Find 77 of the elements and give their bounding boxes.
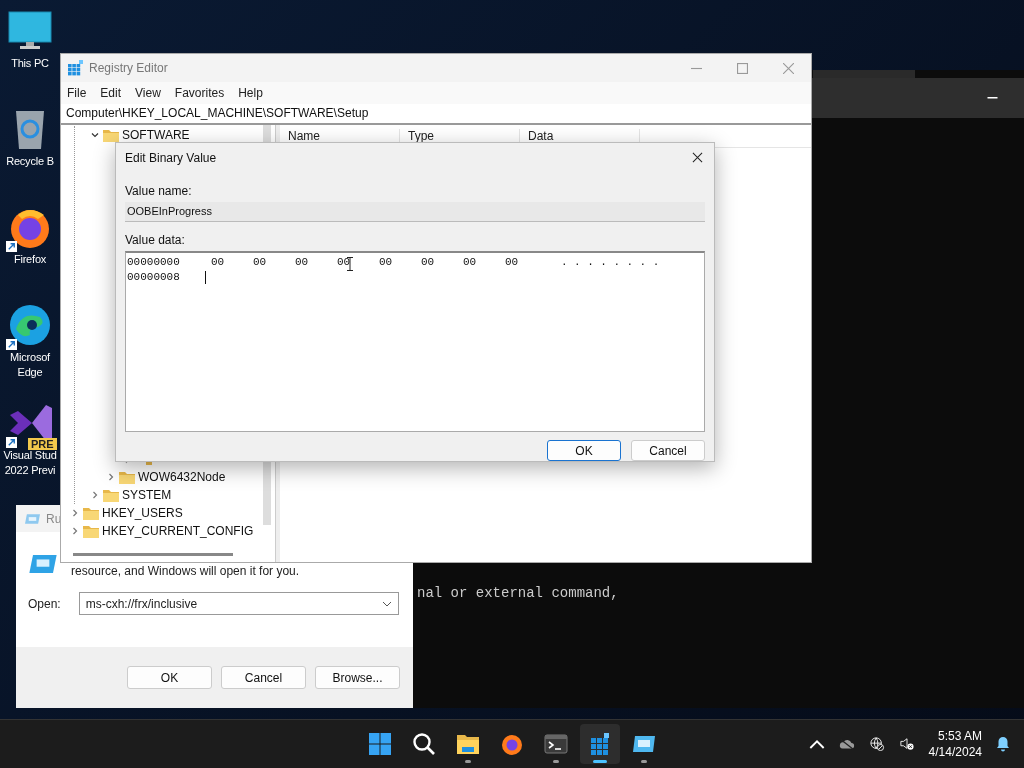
minimize-icon[interactable] (987, 97, 998, 99)
desktop-icon-label[interactable]: Firefox (13, 252, 47, 267)
value-name-label: Value name: (125, 183, 193, 199)
byte-value[interactable]: 00 (421, 256, 463, 269)
dialog-button[interactable]: Cancel (631, 440, 705, 461)
menu-item[interactable]: File (67, 86, 87, 100)
folder-icon (119, 470, 135, 484)
maximize-icon[interactable] (737, 62, 748, 74)
clock-time[interactable]: 5:53 AM (937, 728, 982, 744)
dialog-button[interactable]: Cancel (221, 666, 306, 689)
folder-icon (103, 488, 119, 502)
folder-icon[interactable] (456, 732, 480, 756)
globe-icon[interactable] (868, 737, 885, 751)
menu-item[interactable]: Help (238, 86, 263, 100)
byte-value[interactable]: 00 (211, 256, 253, 269)
close-icon[interactable] (692, 152, 703, 164)
desktop-icon-label[interactable]: Recycle B (6, 154, 54, 169)
byte-value[interactable]: 00 (253, 256, 295, 269)
clock-date[interactable]: 4/14/2024 (928, 744, 982, 760)
start-icon[interactable] (368, 732, 392, 756)
cubes-icon[interactable] (588, 732, 612, 756)
window-title: Registry Editor (89, 61, 169, 75)
byte-value[interactable]: 00 (505, 256, 547, 269)
value-data-editor[interactable]: 00000000 00 00 00 00 00 00 00 00 ........ 00000008 (125, 250, 705, 432)
byte-value[interactable]: 00 (463, 256, 505, 269)
dialog-button[interactable]: Browse... (315, 666, 400, 689)
menu-item[interactable]: Favorites (174, 86, 225, 100)
offset-text: 00000000 (127, 256, 180, 269)
dialog-button[interactable]: OK (127, 666, 212, 689)
command-combo-box[interactable]: ms-cxh://frx/inclusive (78, 592, 399, 615)
dialog-button[interactable]: OK (547, 440, 621, 461)
search-icon[interactable] (412, 732, 436, 756)
value-data-label: Value data: (125, 232, 186, 248)
chevron-right-icon[interactable] (90, 490, 100, 500)
chevron-down-icon[interactable] (90, 130, 100, 140)
desktop-icon-label[interactable]: Edge (17, 365, 43, 380)
bell-icon[interactable] (996, 736, 1010, 752)
chevron-right-icon[interactable] (70, 526, 80, 536)
speaker-muted-icon[interactable] (898, 737, 915, 751)
preview-badge: PRE (28, 438, 57, 450)
edge-icon (8, 303, 52, 347)
chevron-right-icon[interactable] (106, 472, 116, 482)
byte-value[interactable]: 00 (337, 256, 379, 269)
dialog-title: Edit Binary Value (125, 150, 217, 165)
scrollbar-thumb[interactable] (73, 553, 233, 556)
value-name-field[interactable]: OOBEInProgress (125, 201, 705, 222)
open-label: Open: (28, 596, 61, 611)
tree-item[interactable]: SOFTWARE (122, 128, 190, 142)
tree-item[interactable]: HKEY_CURRENT_CONFIG (102, 524, 254, 538)
cubes-icon (67, 60, 83, 76)
terminal-output: nal or external command, (417, 585, 619, 601)
desktop-icon-label[interactable]: 2022 Previ (4, 463, 56, 478)
tree-item[interactable]: WOW6432Node (138, 470, 226, 484)
menu-item[interactable]: Edit (100, 86, 122, 100)
text-caret (205, 270, 206, 284)
byte-value[interactable]: 00 (379, 256, 421, 269)
ascii-text: ........ (561, 256, 666, 269)
folder-icon (83, 524, 99, 538)
folder-icon (103, 128, 119, 142)
menu-item[interactable]: View (135, 86, 161, 100)
folder-icon (83, 506, 99, 520)
terminal-icon[interactable] (544, 732, 568, 756)
window-icon (25, 512, 40, 525)
tree-item[interactable]: SYSTEM (122, 488, 172, 502)
dropdown-caret-icon[interactable] (382, 600, 392, 607)
cloud-off-icon[interactable] (838, 737, 855, 751)
run-description: resource, and Windows will open it for you. (71, 563, 300, 578)
tree-item[interactable]: HKEY_USERS (102, 506, 183, 520)
offset-text: 00000008 (127, 271, 180, 284)
taskbar-button[interactable] (580, 724, 620, 764)
desktop-icon-label[interactable]: This PC (11, 56, 49, 71)
desktop-icon-label[interactable]: Visual Stud (3, 448, 57, 463)
byte-value[interactable]: 00 (295, 256, 337, 269)
firefox-icon[interactable] (500, 732, 524, 756)
desktop-icon-label[interactable]: Microsof (10, 350, 50, 365)
window-icon (29, 553, 57, 574)
chevron-right-icon[interactable] (70, 508, 80, 518)
